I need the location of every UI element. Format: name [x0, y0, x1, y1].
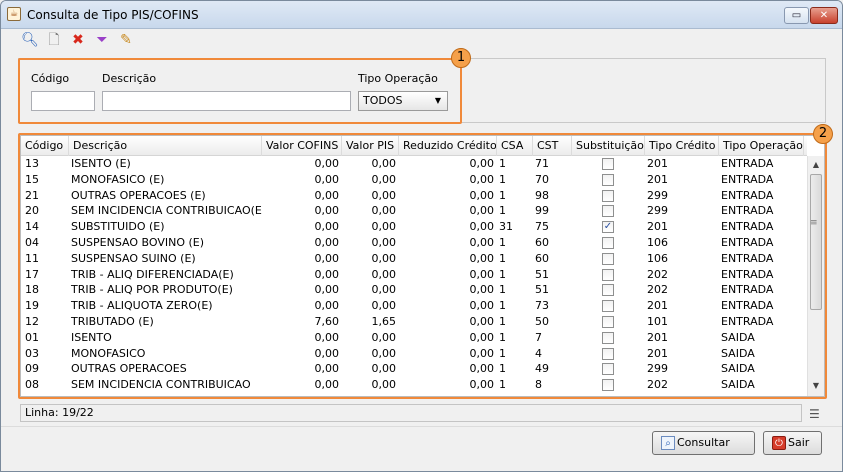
codigo-input[interactable]	[31, 91, 95, 111]
consultar-label: Consultar	[677, 436, 730, 449]
edit-icon[interactable]: ✎	[117, 31, 135, 49]
sair-button[interactable]: ⏻ Sair	[763, 431, 822, 455]
badge-1: 1	[451, 48, 471, 68]
filter-icon[interactable]: ⏷	[93, 31, 111, 49]
grid-highlight	[18, 133, 827, 399]
java-icon: ☕	[7, 7, 21, 21]
footer-divider	[1, 426, 842, 427]
chevron-down-icon: ▼	[434, 96, 441, 105]
descricao-input[interactable]	[102, 91, 351, 111]
tipo-operacao-label: Tipo Operação	[358, 72, 438, 85]
window-title: Consulta de Tipo PIS/COFINS	[27, 8, 199, 22]
search-icon[interactable]: 🔍︎	[21, 31, 39, 49]
tipo-operacao-value: TODOS	[363, 94, 403, 107]
search-icon: ⌕	[661, 436, 675, 450]
title-bar: ☕ Consulta de Tipo PIS/COFINS ▭ ✕	[1, 1, 842, 29]
consultar-button[interactable]: ⌕ Consultar	[652, 431, 755, 455]
tipo-operacao-select[interactable]: TODOS ▼	[358, 91, 448, 111]
sair-label: Sair	[788, 436, 810, 449]
status-bar: Linha: 19/22	[20, 404, 802, 422]
close-button[interactable]: ✕	[810, 7, 838, 24]
power-icon: ⏻	[772, 436, 786, 450]
codigo-label: Código	[31, 72, 70, 85]
delete-icon[interactable]: ✖	[69, 31, 87, 49]
maximize-button[interactable]: ▭	[784, 7, 809, 24]
descricao-label: Descrição	[102, 72, 157, 85]
window: ☕ Consulta de Tipo PIS/COFINS ▭ ✕ 🔍︎ 🗋 ✖…	[0, 0, 843, 472]
new-document-icon[interactable]: 🗋	[45, 31, 63, 49]
badge-2: 2	[813, 124, 833, 144]
menu-icon[interactable]: ☰	[809, 407, 820, 421]
